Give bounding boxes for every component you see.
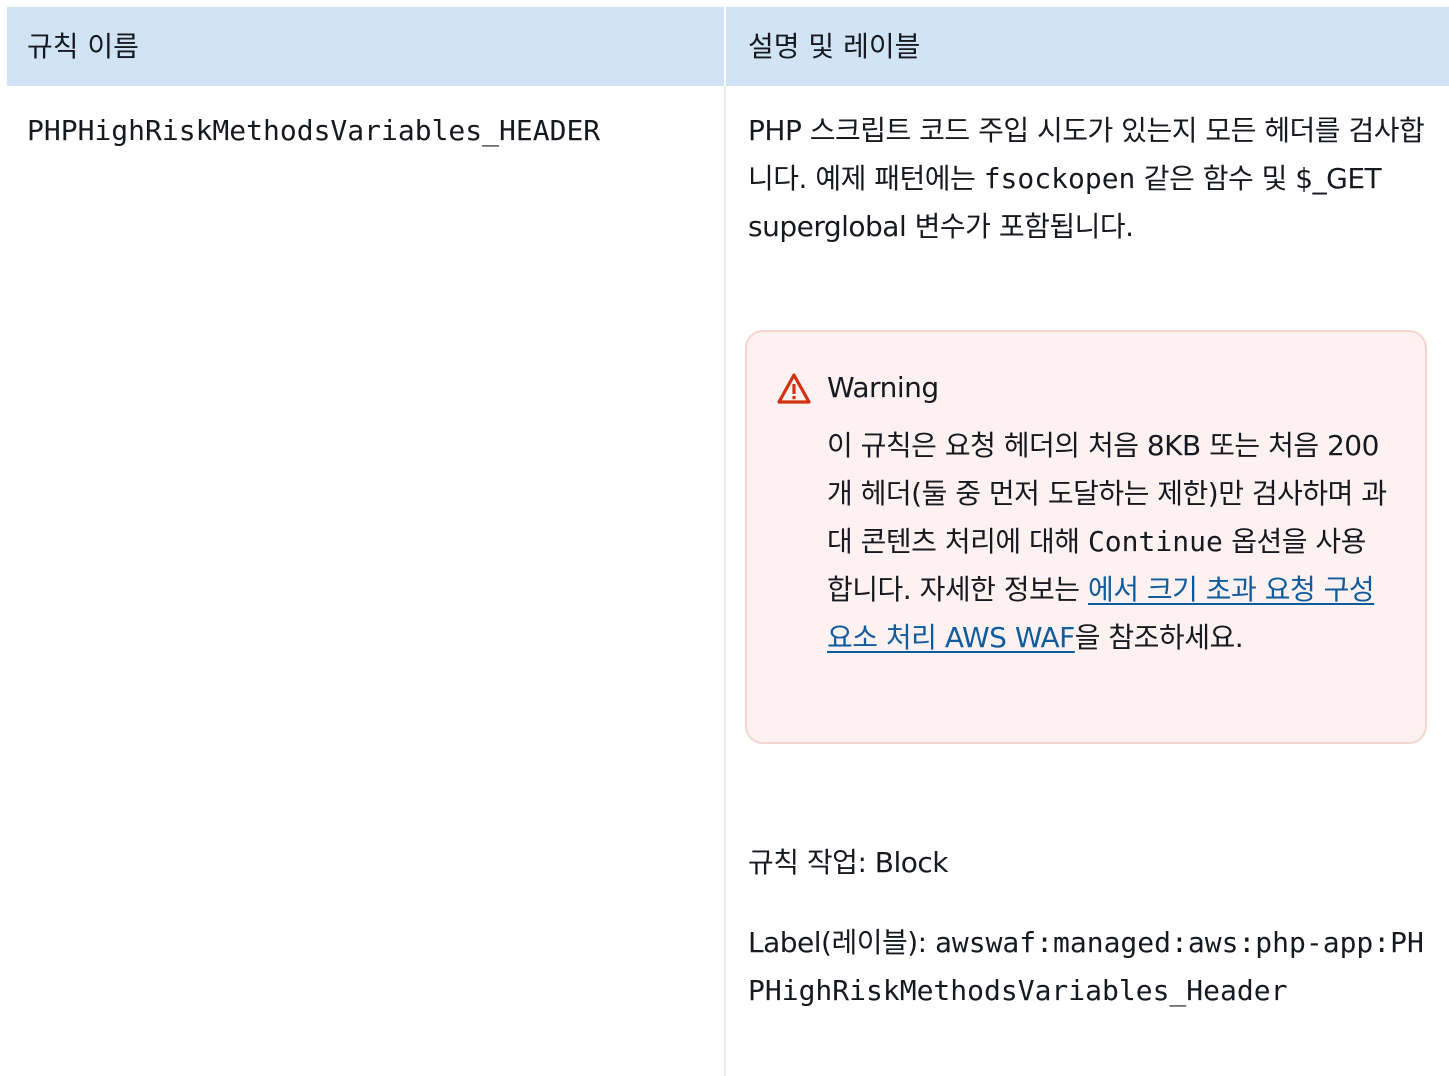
warning-body: 이 규칙은 요청 헤더의 처음 8KB 또는 처음 200개 헤더(둘 중 먼저… [827, 422, 1387, 662]
column-divider [724, 86, 726, 1076]
rule-action: 규칙 작업: Block [748, 846, 949, 879]
label-prefix: Label(레이블): [748, 926, 935, 959]
rule-name-cell: PHPHighRiskMethodsVariables_HEADER [27, 114, 601, 147]
warning-title: Warning [827, 371, 939, 404]
column-header-rule-name: 규칙 이름 [7, 7, 724, 86]
code-example: fsockopen [983, 162, 1136, 195]
rule-label: Label(레이블): awswaf:managed:aws:php-app:P… [748, 919, 1438, 1015]
warning-text-after: 을 참조하세요. [1074, 621, 1244, 654]
column-header-description: 설명 및 레이블 [726, 7, 1449, 86]
rule-description: PHP 스크립트 코드 주입 시도가 있는지 모든 헤더를 검사합니다. 예제 … [748, 107, 1428, 251]
warning-code: Continue [1087, 525, 1223, 558]
warning-triangle-icon [777, 373, 811, 404]
warning-alert: Warning 이 규칙은 요청 헤더의 처음 8KB 또는 처음 200개 헤… [745, 330, 1427, 744]
managed-rules-table: 규칙 이름 설명 및 레이블 PHPHighRiskMethodsVariabl… [7, 7, 1449, 1076]
table-header-row: 규칙 이름 설명 및 레이블 [7, 7, 1449, 86]
